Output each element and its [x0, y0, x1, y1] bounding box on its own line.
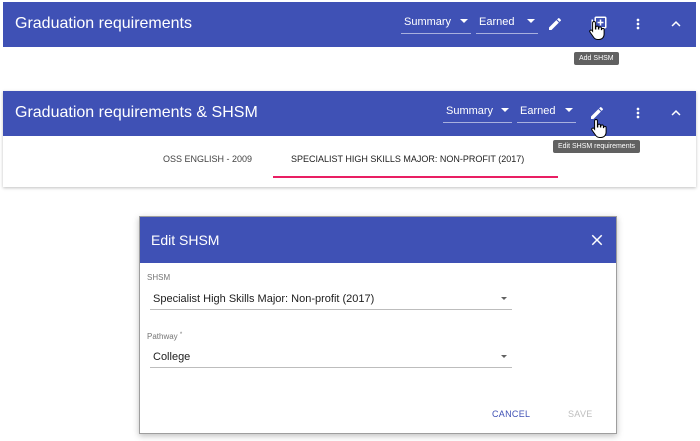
shsm-select-value: Specialist High Skills Major: Non-profit… [153, 293, 375, 305]
pathway-select[interactable]: College [150, 345, 512, 368]
chevron-down-icon [501, 297, 507, 300]
shsm-field-label: SHSM [147, 273, 171, 282]
chevron-down-icon [527, 19, 535, 23]
close-icon[interactable] [588, 231, 606, 249]
more-vert-icon[interactable] [630, 104, 646, 122]
edit-icon[interactable] [547, 16, 563, 32]
panel-title: Graduation requirements & SHSM [15, 104, 258, 121]
cancel-button[interactable]: CANCEL [492, 409, 530, 419]
chevron-down-icon [565, 108, 573, 112]
shsm-select[interactable]: Specialist High Skills Major: Non-profit… [150, 287, 512, 310]
expand-less-icon[interactable] [667, 104, 685, 122]
summary-select[interactable]: Summary [401, 12, 471, 34]
required-marker: * [179, 332, 183, 338]
pathway-label-text: Pathway [147, 332, 178, 341]
pathway-select-underline [150, 367, 512, 368]
pathway-select-value: College [153, 351, 191, 363]
more-vert-icon[interactable] [630, 15, 646, 33]
summary-select-value: Summary [404, 16, 452, 28]
tab-oss-english[interactable]: OSS ENGLISH - 2009 [163, 154, 252, 164]
hand-cursor-icon [589, 20, 605, 45]
earned-select-value: Earned [520, 105, 556, 117]
expand-less-icon[interactable] [667, 15, 685, 33]
chevron-down-icon [501, 108, 509, 112]
edit-shsm-dialog: Edit SHSM SHSM Specialist High Skills Ma… [139, 216, 617, 434]
save-button[interactable]: SAVE [568, 409, 593, 419]
add-shsm-tooltip: Add SHSM [574, 52, 619, 65]
tab-specialist-high-skills-major[interactable]: SPECIALIST HIGH SKILLS MAJOR: NON-PROFIT… [291, 154, 524, 164]
earned-select[interactable]: Earned [517, 101, 576, 123]
edit-shsm-tooltip: Edit SHSM requirements [553, 140, 641, 153]
shsm-select-underline [150, 309, 512, 310]
active-tab-indicator [273, 176, 558, 178]
chevron-down-icon [501, 355, 507, 358]
pathway-field-label: Pathway * [147, 332, 182, 341]
chevron-down-icon [460, 19, 468, 23]
dialog-title: Edit SHSM [151, 232, 220, 248]
earned-select-value: Earned [479, 16, 515, 28]
summary-select[interactable]: Summary [443, 101, 512, 123]
summary-select-value: Summary [446, 105, 494, 117]
dialog-footer: CANCEL SAVE [140, 396, 616, 433]
dialog-header: Edit SHSM [140, 217, 616, 263]
panel-title: Graduation requirements [15, 15, 192, 32]
earned-select[interactable]: Earned [476, 12, 538, 34]
